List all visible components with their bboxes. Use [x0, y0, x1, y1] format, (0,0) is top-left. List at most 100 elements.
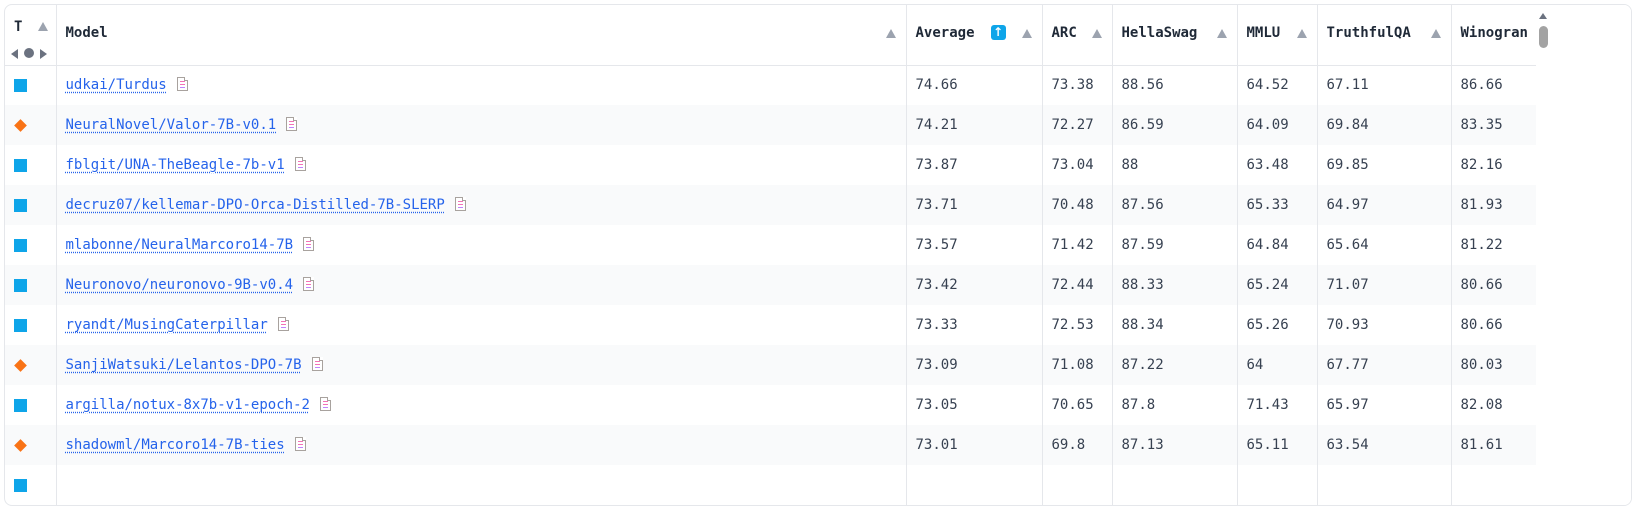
arc-cell: 73.04: [1042, 145, 1113, 185]
model-card-icon[interactable]: [176, 77, 188, 92]
scroll-right-icon[interactable]: [40, 49, 47, 59]
average-cell: 73.87: [906, 145, 1043, 185]
column-header-average[interactable]: Average ↑: [906, 5, 1043, 66]
hellaswag-cell: 87.59: [1112, 225, 1238, 265]
hellaswag-cell: 87.8: [1112, 385, 1238, 425]
column-header-type[interactable]: T: [5, 5, 57, 66]
truthfulqa-cell: 67.77: [1317, 345, 1452, 385]
model-card-icon[interactable]: [303, 237, 315, 251]
hellaswag-cell: 88.56: [1112, 65, 1238, 105]
column-header-winogrande[interactable]: Winogran: [1451, 5, 1536, 66]
scroll-up-icon[interactable]: [1539, 13, 1547, 19]
model-card-icon[interactable]: [277, 317, 289, 331]
winogrande-cell: 82.08: [1451, 385, 1536, 425]
sort-icon[interactable]: [1296, 29, 1307, 38]
table-row: NeuralNovel/Valor-7B-v0.1 74.21 72.27 86…: [5, 105, 1536, 145]
model-cell: NeuralNovel/Valor-7B-v0.1: [56, 105, 907, 145]
hellaswag-cell: 88.34: [1112, 305, 1238, 345]
winogrande-cell: 81.61: [1451, 425, 1536, 465]
type-cell: [5, 265, 57, 305]
sort-icon[interactable]: [1216, 29, 1227, 38]
mmlu-cell: 64.09: [1237, 105, 1318, 145]
model-card-icon[interactable]: [294, 157, 306, 171]
model-link[interactable]: shadowml/Marcoro14-7B-ties: [66, 437, 285, 453]
truthfulqa-cell: 67.11: [1317, 65, 1452, 105]
vertical-scrollbar[interactable]: [1536, 5, 1631, 505]
column-header-type-label: T: [14, 19, 23, 35]
table-row: SanjiWatsuki/Lelantos-DPO-7B 73.09 71.08…: [5, 345, 1536, 385]
model-link[interactable]: decruz07/kellemar-DPO-Orca-Distilled-7B-…: [66, 197, 445, 213]
mmlu-cell: 64.52: [1237, 65, 1318, 105]
table-row: decruz07/kellemar-DPO-Orca-Distilled-7B-…: [5, 185, 1536, 225]
model-link[interactable]: argilla/notux-8x7b-v1-epoch-2: [66, 397, 310, 413]
mmlu-cell: 71.43: [1237, 385, 1318, 425]
sort-icon[interactable]: [1430, 29, 1441, 38]
scroll-left-icon[interactable]: [11, 49, 18, 59]
column-header-hellaswag[interactable]: HellaSwag: [1112, 5, 1238, 66]
column-header-model[interactable]: Model: [56, 5, 907, 66]
model-link[interactable]: ryandt/MusingCaterpillar: [66, 317, 268, 333]
type-cell: [5, 185, 57, 225]
type-cell: [5, 425, 57, 465]
truthfulqa-cell: 63.54: [1317, 425, 1452, 465]
column-header-truthfulqa-label: TruthfulQA: [1326, 25, 1411, 41]
sort-icon[interactable]: [37, 22, 48, 31]
column-header-mmlu[interactable]: MMLU: [1237, 5, 1318, 66]
mmlu-cell: 63.48: [1237, 145, 1318, 185]
column-scroll-controls: [9, 48, 53, 60]
model-cell: ryandt/MusingCaterpillar: [56, 305, 907, 345]
sort-icon[interactable]: [1021, 29, 1032, 38]
model-link[interactable]: udkai/Turdus: [66, 77, 167, 93]
scroll-reset-icon[interactable]: [24, 48, 34, 58]
hellaswag-cell: 87.56: [1112, 185, 1238, 225]
header-row: T Model Average ↑ ARC HellaSwag MMLU Tru…: [5, 5, 1536, 66]
winogrande-cell: 86.66: [1451, 65, 1536, 105]
arc-cell: 72.53: [1042, 305, 1113, 345]
type-cell: [5, 225, 57, 265]
mmlu-cell: 64.84: [1237, 225, 1318, 265]
model-link[interactable]: mlabonne/NeuralMarcoro14-7B: [66, 237, 294, 253]
winogrande-cell: 81.22: [1451, 225, 1536, 265]
winogrande-cell: 80.03: [1451, 345, 1536, 385]
model-cell: Neuronovo/neuronovo-9B-v0.4: [56, 265, 907, 305]
model-card-icon[interactable]: [311, 357, 323, 371]
average-cell: 73.57: [906, 225, 1043, 265]
pretrained-square-icon: [14, 198, 27, 212]
model-card-icon[interactable]: [303, 277, 315, 291]
model-link[interactable]: Neuronovo/neuronovo-9B-v0.4: [66, 277, 294, 293]
mmlu-cell: 65.11: [1237, 425, 1318, 465]
truthfulqa-cell: 65.64: [1317, 225, 1452, 265]
model-card-icon[interactable]: [294, 437, 306, 451]
sort-icon[interactable]: [885, 29, 896, 38]
model-cell: decruz07/kellemar-DPO-Orca-Distilled-7B-…: [56, 185, 907, 225]
model-link[interactable]: fblgit/UNA-TheBeagle-7b-v1: [66, 157, 285, 173]
model-cell: [56, 465, 907, 505]
model-card-icon[interactable]: [454, 197, 466, 211]
winogrande-cell: 80.66: [1451, 305, 1536, 345]
pretrained-square-icon: [14, 278, 27, 292]
column-header-truthfulqa[interactable]: TruthfulQA: [1317, 5, 1452, 66]
finetuned-diamond-icon: [14, 118, 27, 132]
average-cell: 73.09: [906, 345, 1043, 385]
model-link[interactable]: NeuralNovel/Valor-7B-v0.1: [66, 117, 277, 133]
model-link[interactable]: SanjiWatsuki/Lelantos-DPO-7B: [66, 357, 302, 373]
hellaswag-cell: 87.22: [1112, 345, 1238, 385]
column-header-arc[interactable]: ARC: [1042, 5, 1113, 66]
truthfulqa-cell: [1317, 465, 1452, 505]
scrollbar-thumb[interactable]: [1539, 26, 1548, 48]
column-header-mmlu-label: MMLU: [1246, 25, 1281, 41]
truthfulqa-cell: 70.93: [1317, 305, 1452, 345]
sort-active-arrow-up-icon[interactable]: ↑: [990, 25, 1006, 40]
model-card-icon[interactable]: [319, 397, 331, 411]
leaderboard-table: T Model Average ↑ ARC HellaSwag MMLU Tru…: [5, 5, 1536, 505]
model-card-icon[interactable]: [286, 117, 298, 131]
average-cell: 73.71: [906, 185, 1043, 225]
type-cell: [5, 65, 57, 105]
table-row: Neuronovo/neuronovo-9B-v0.4 73.42 72.44 …: [5, 265, 1536, 305]
average-cell: 73.05: [906, 385, 1043, 425]
truthfulqa-cell: 64.97: [1317, 185, 1452, 225]
winogrande-cell: 81.93: [1451, 185, 1536, 225]
pretrained-square-icon: [14, 158, 27, 172]
sort-icon[interactable]: [1091, 29, 1102, 38]
truthfulqa-cell: 69.84: [1317, 105, 1452, 145]
